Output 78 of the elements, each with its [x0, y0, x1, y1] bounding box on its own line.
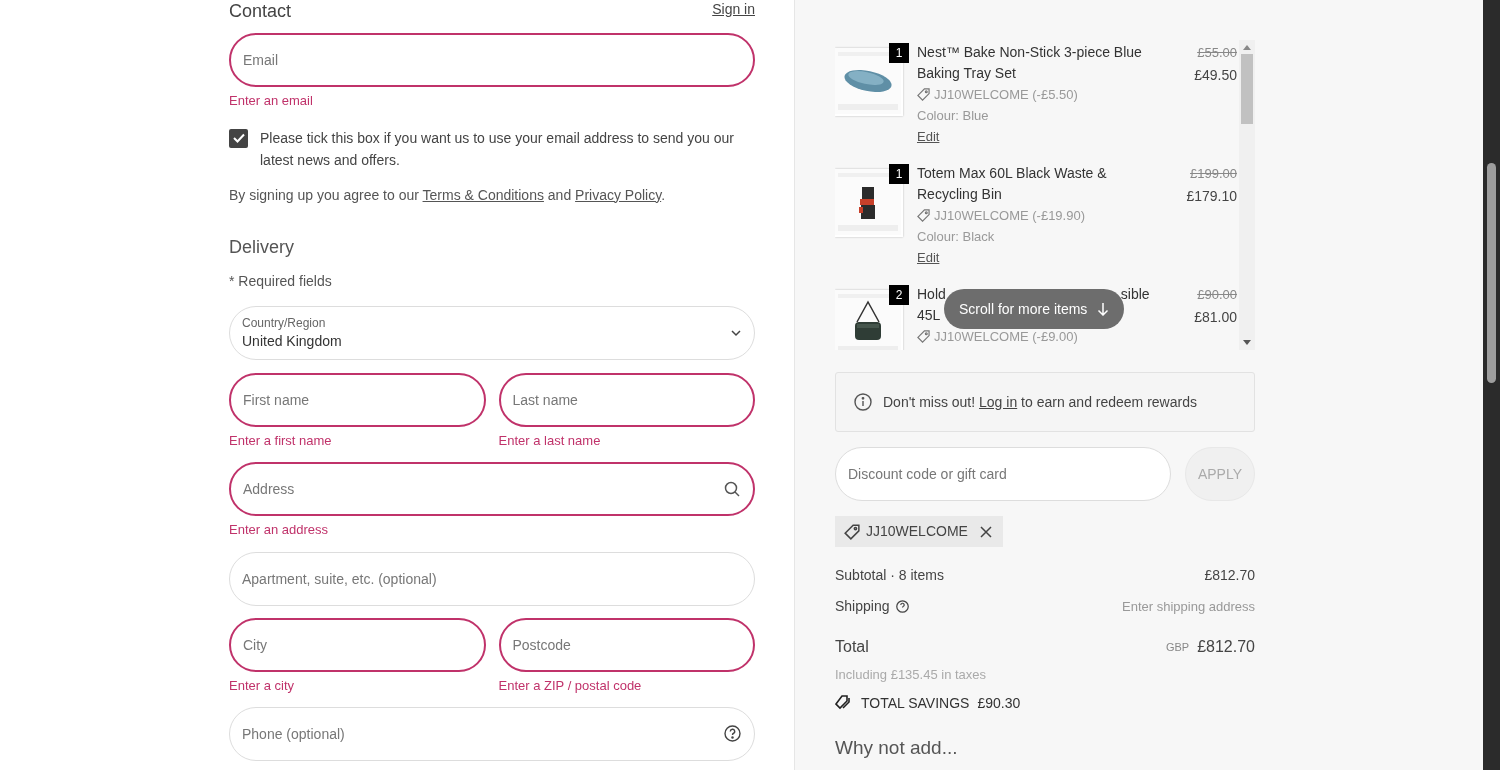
- input-field[interactable]: City: [229, 617, 486, 672]
- error-message: Enter an email: [229, 92, 314, 110]
- help-icon: [724, 725, 741, 742]
- terms-link[interactable]: Terms & Conditions: [422, 186, 544, 203]
- search-icon: [724, 481, 740, 497]
- tag-icon: [844, 523, 860, 540]
- rewards-text: Don't miss out! Log in to earn and redeem rewards: [883, 392, 1197, 412]
- variant-text: Colour: Black: [917, 228, 996, 246]
- scrollbar-thumb[interactable]: [1241, 54, 1253, 124]
- input-field[interactable]: Email: [229, 33, 755, 87]
- discount-tag: JJ10WELCOME: [835, 516, 1003, 547]
- section-heading: Delivery: [229, 235, 295, 259]
- section-heading: Contact: [229, 2, 292, 20]
- upsell-heading: Why not add...: [835, 735, 959, 760]
- price: £179.10: [1186, 187, 1237, 206]
- discount-text: JJ10WELCOME (-£5.50): [934, 86, 1078, 104]
- input-field[interactable]: Last name: [498, 372, 755, 427]
- discount-field[interactable]: Discount code or gift card: [835, 447, 1171, 501]
- original-price: £55.00: [1197, 44, 1237, 62]
- checkbox[interactable]: [229, 128, 248, 148]
- savings-label: TOTAL SAVINGS: [861, 693, 970, 713]
- info-icon: [854, 393, 872, 411]
- product-name: Hold: [917, 285, 946, 304]
- select-label: Country/Region: [242, 314, 327, 331]
- input-field[interactable]: Postcode: [498, 617, 755, 672]
- required-note: * Required fields: [229, 271, 333, 291]
- error-message: Enter a city: [229, 676, 296, 695]
- variant-text: Colour: Blue: [917, 107, 990, 125]
- tag-icon: [917, 209, 930, 222]
- scroll-down-icon: [1243, 340, 1251, 345]
- edit-link[interactable]: Edit: [917, 126, 940, 147]
- page-scrollbar[interactable]: [1483, 0, 1500, 770]
- subtotal-value: £812.70: [1204, 566, 1255, 585]
- total-label: Total: [835, 637, 869, 657]
- sign-in-link[interactable]: Sign in: [712, 0, 755, 20]
- product-name: Baking Tray Set: [917, 64, 1017, 83]
- terms-text: By signing up you agree to our Terms & Conditions and Privacy Policy.: [229, 185, 667, 205]
- quantity-badge: 2: [889, 285, 909, 305]
- discount-text: JJ10WELCOME (-£19.90): [934, 207, 1085, 225]
- tag-icon: [917, 88, 930, 101]
- input-field[interactable]: Address: [229, 462, 755, 516]
- discount-text: JJ10WELCOME (-£9.00): [934, 328, 1078, 346]
- error-message: Enter a ZIP / postal code: [498, 676, 643, 695]
- quantity-badge: 1: [889, 164, 909, 184]
- total-value: £812.70: [1197, 637, 1255, 657]
- scrollbar-thumb[interactable]: [1487, 163, 1496, 383]
- product-name: Recycling Bin: [917, 185, 1003, 204]
- arrow-down-icon: [1097, 302, 1110, 316]
- shipping-value: Enter shipping address: [1122, 597, 1255, 616]
- quantity-badge: 1: [889, 43, 909, 63]
- tag-icon: [917, 330, 930, 343]
- check-icon: [232, 133, 245, 143]
- checkbox-label: Please tick this box if you want us to use your email address to send you our latest news and offers.: [260, 128, 735, 170]
- shipping-label: Shipping: [835, 597, 890, 616]
- error-message: Enter a last name: [498, 431, 602, 450]
- product-name: 45L: [917, 306, 941, 325]
- chevron-down-icon: [730, 328, 742, 337]
- edit-link[interactable]: Edit: [917, 247, 940, 268]
- input-field[interactable]: First name: [229, 372, 486, 427]
- product-name: Totem Max 60L Black Waste &: [917, 164, 1108, 183]
- product-name: Nest™ Bake Non-Stick 3-piece Blue: [917, 43, 1143, 62]
- error-message: Enter a first name: [229, 431, 333, 450]
- price: £49.50: [1194, 66, 1237, 85]
- currency-code: GBP: [1165, 639, 1190, 655]
- taxes-note: Including £135.45 in taxes: [835, 666, 988, 684]
- select-value: United Kingdom: [242, 331, 343, 351]
- scroll-up-icon: [1243, 45, 1251, 50]
- original-price: £199.00: [1190, 165, 1237, 183]
- price: £81.00: [1194, 308, 1237, 327]
- close-icon[interactable]: [977, 523, 994, 540]
- original-price: £90.00: [1197, 286, 1237, 304]
- help-icon: [895, 600, 909, 613]
- savings-value: £90.30: [977, 693, 1021, 713]
- log-in-link[interactable]: Log in: [979, 393, 1018, 410]
- subtotal-label: Subtotal · 8 items: [835, 566, 944, 585]
- tags-icon: [835, 695, 853, 711]
- error-message: Enter an address: [229, 521, 329, 539]
- scrollbar[interactable]: [1239, 40, 1255, 350]
